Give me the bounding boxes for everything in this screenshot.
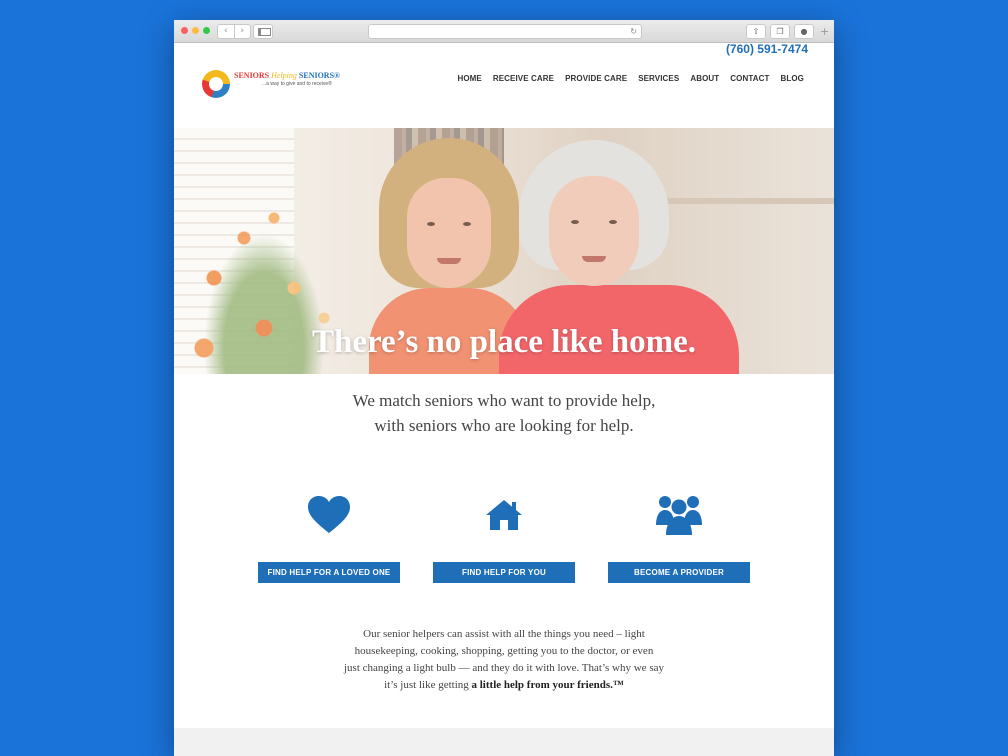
back-icon[interactable]: ‹ (218, 25, 235, 38)
group-icon (607, 490, 751, 540)
reload-icon[interactable]: ↻ (630, 25, 637, 38)
logo-word-seniors-2: SENIORS® (298, 71, 341, 80)
nav-contact[interactable]: CONTACT (730, 74, 769, 83)
browser-toolbar: ‹ › ↻ ⇧ ❐ ● + (174, 20, 834, 43)
new-tab-icon[interactable]: + (820, 26, 829, 37)
nav-receive-care[interactable]: RECEIVE CARE (493, 74, 554, 83)
address-bar[interactable]: ↻ (368, 24, 642, 39)
show-tabs-icon[interactable]: ❐ (770, 24, 790, 39)
become-provider-button[interactable]: BECOME A PROVIDER (608, 562, 750, 583)
site-logo[interactable]: SENIORS Helping SENIORS® (234, 71, 340, 80)
logo-word-seniors: SENIORS (234, 71, 270, 80)
share-icon[interactable]: ⇧ (746, 24, 766, 39)
nav-provide-care[interactable]: PROVIDE CARE (565, 74, 627, 83)
heart-icon (257, 490, 401, 540)
logo-word-helping: Helping (271, 71, 297, 80)
find-help-for-you-button[interactable]: FIND HELP FOR YOU (433, 562, 575, 583)
forward-icon[interactable]: › (235, 25, 251, 38)
downloads-icon[interactable]: ● (794, 24, 814, 39)
find-help-loved-one-button[interactable]: FIND HELP FOR A LOVED ONE (258, 562, 400, 583)
minimize-window-button[interactable] (192, 27, 199, 34)
intro-line-2: with seniors who are looking for help. (374, 416, 634, 435)
main-nav: HOME RECEIVE CARE PROVIDE CARE SERVICES … (457, 74, 804, 83)
zoom-window-button[interactable] (203, 27, 210, 34)
tagline-bold: a little help from your friends.™ (471, 679, 624, 691)
house-icon (432, 490, 576, 540)
intro-line-1: We match seniors who want to provide hel… (352, 391, 656, 410)
close-window-button[interactable] (181, 27, 188, 34)
body-line-4-text: it’s just like getting (384, 679, 472, 691)
nav-services[interactable]: SERVICES (638, 74, 679, 83)
nav-blog[interactable]: BLOG (780, 74, 804, 83)
feature-provider: BECOME A PROVIDER (607, 490, 751, 583)
body-paragraph: Our senior helpers can assist with all t… (174, 626, 834, 694)
logo-tagline: ...a way to give and to receive® (262, 81, 332, 87)
logo-icon[interactable] (202, 70, 230, 98)
browser-window: ‹ › ↻ ⇧ ❐ ● + (760) 591-7474 SENIORS Hel… (174, 20, 834, 756)
footer-band (174, 728, 834, 756)
nav-home[interactable]: HOME (457, 74, 481, 83)
body-line-2: housekeeping, cooking, shopping, getting… (354, 645, 654, 657)
history-nav: ‹ › (217, 24, 251, 39)
sidebar-toggle-icon[interactable] (253, 24, 273, 39)
feature-find-help: FIND HELP FOR YOU (432, 490, 576, 583)
body-line-3: just changing a light bulb — and they do… (344, 662, 664, 674)
feature-loved-one: FIND HELP FOR A LOVED ONE (257, 490, 401, 583)
body-line-1: Our senior helpers can assist with all t… (363, 628, 645, 640)
hero-banner: There’s no place like home. (174, 128, 834, 374)
nav-about[interactable]: ABOUT (690, 74, 719, 83)
phone-number[interactable]: (760) 591-7474 (726, 42, 808, 56)
intro-text: We match seniors who want to provide hel… (174, 388, 834, 438)
hero-headline: There’s no place like home. (311, 324, 697, 360)
body-line-4: it’s just like getting a little help fro… (174, 677, 834, 694)
